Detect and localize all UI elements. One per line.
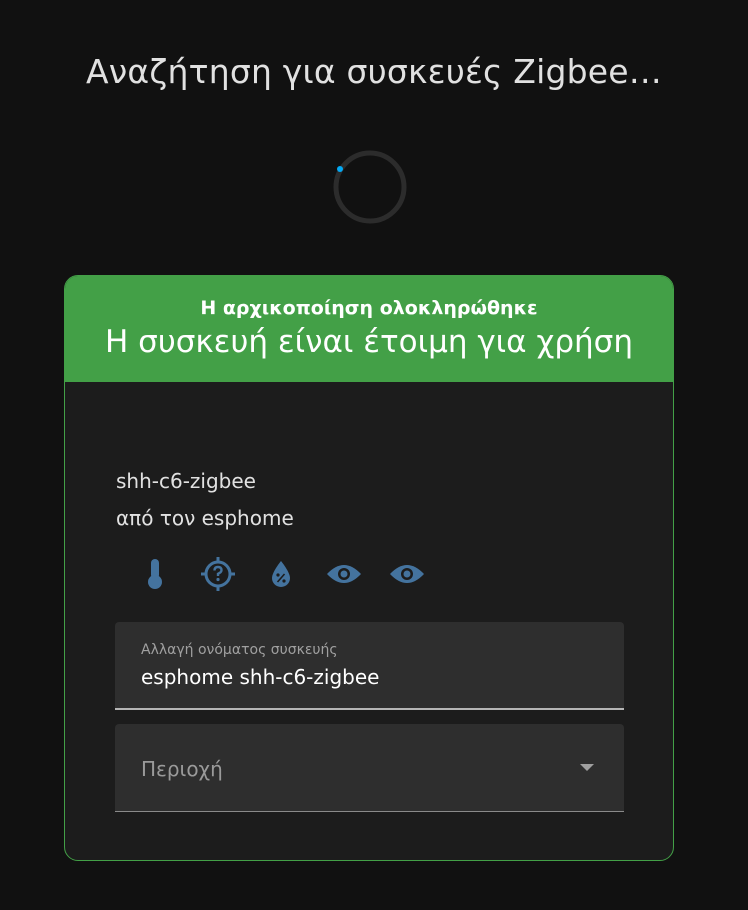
entity-icon-row [135,554,450,594]
area-select-placeholder: Περιοχή [141,757,223,781]
eye-icon[interactable] [387,554,427,594]
device-name-field[interactable]: Αλλαγή ονόματος συσκευής esphome shh-c6-… [115,622,624,710]
device-name-input[interactable]: esphome shh-c6-zigbee [141,665,379,689]
thermometer-icon[interactable] [135,554,175,594]
device-name: shh-c6-zigbee [116,469,256,493]
eye-icon[interactable] [324,554,364,594]
device-name-field-label: Αλλαγή ονόματος συσκευής [141,642,338,658]
header-title: Η συσκευή είναι έτοιμη για χρήση [105,324,633,360]
header-subtitle: Η αρχικοποίηση ολοκληρώθηκε [200,297,538,319]
device-card: Η αρχικοποίηση ολοκληρώθηκε Η συσκευή εί… [64,275,674,861]
loading-spinner [333,150,407,224]
crosshairs-question-icon[interactable] [198,554,238,594]
area-select[interactable]: Περιοχή [115,724,624,812]
dropdown-arrow-icon[interactable] [580,764,594,771]
zha-config-page: Αναζήτηση για συσκευές Zigbee… Η αρχικοπ… [0,0,748,910]
card-header: Η αρχικοποίηση ολοκληρώθηκε Η συσκευή εί… [65,276,673,382]
page-title: Αναζήτηση για συσκευές Zigbee… [86,52,662,91]
device-manufacturer: από τον esphome [116,506,294,530]
water-percent-icon[interactable] [261,554,301,594]
